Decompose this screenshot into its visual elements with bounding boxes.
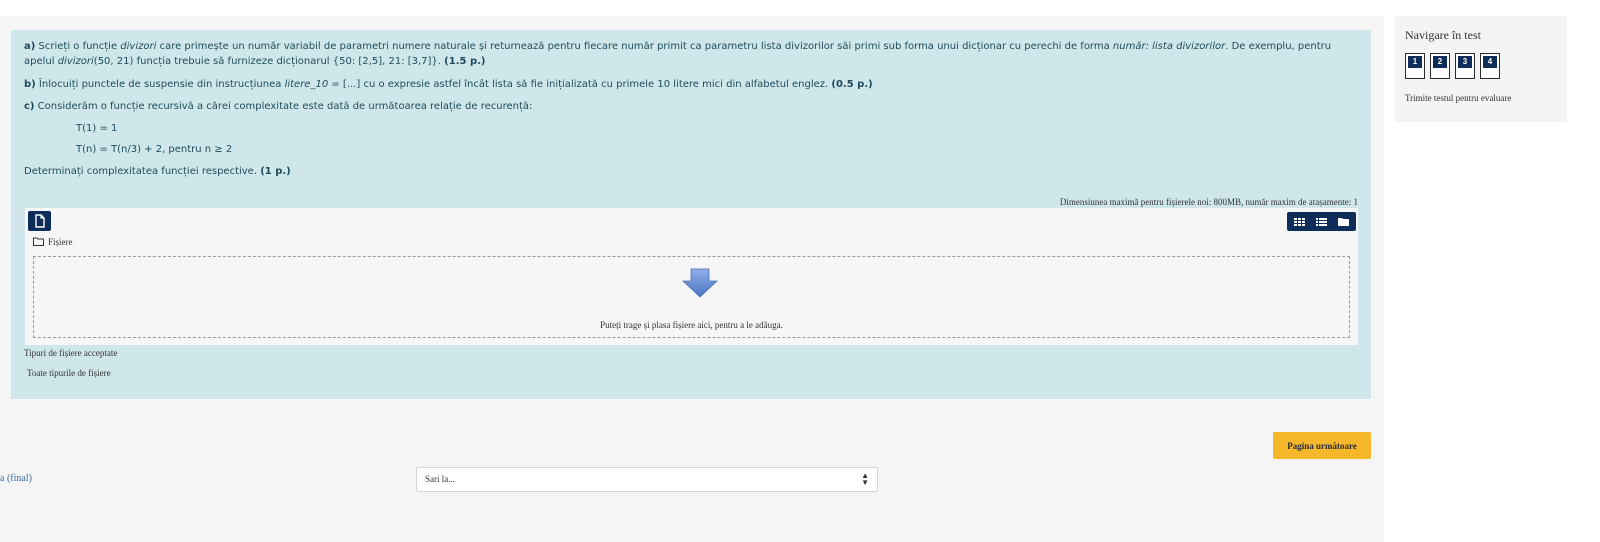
question-panel: a) Scrieți o funcție divizori care prime… bbox=[11, 30, 1371, 399]
top-bar bbox=[0, 0, 1600, 5]
select-arrows-icon: ▲ ▼ bbox=[861, 471, 869, 487]
folder-icon bbox=[33, 237, 44, 246]
previous-activity-link[interactable]: a (final) bbox=[0, 473, 32, 484]
next-page-button[interactable]: Pagina următoare bbox=[1273, 432, 1371, 459]
question-nav-button-3[interactable]: 3 bbox=[1455, 53, 1475, 79]
grid-view-icon[interactable] bbox=[1294, 218, 1305, 226]
question-part-c: c) Considerăm o funcție recursivă a căre… bbox=[24, 101, 533, 112]
view-toggle-group bbox=[1287, 212, 1356, 231]
file-icon bbox=[35, 214, 45, 228]
question-nav-button-2[interactable]: 2 bbox=[1430, 53, 1450, 79]
accepted-types-label: Tipuri de fișiere acceptate bbox=[24, 348, 118, 358]
submit-test-link[interactable]: Trimite testul pentru evaluare bbox=[1405, 93, 1511, 103]
jump-to-select[interactable]: Sari la... ▲ ▼ bbox=[416, 467, 878, 492]
recurrence-step: T(n) = T(n/3) + 2, pentru n ≥ 2 bbox=[76, 144, 233, 155]
file-manager: Fișiere Puteți trage și plasa fișiere ai… bbox=[25, 208, 1358, 345]
file-drop-zone[interactable]: Puteți trage și plasa fișiere aici, pent… bbox=[33, 256, 1350, 338]
accepted-types-value: Toate tipurile de fișiere bbox=[27, 368, 111, 378]
list-view-icon[interactable] bbox=[1316, 218, 1327, 226]
question-determine: Determinați complexitatea funcției respe… bbox=[24, 166, 291, 177]
drop-zone-text: Puteți trage și plasa fișiere aici, pent… bbox=[600, 320, 783, 330]
recurrence-base: T(1) = 1 bbox=[76, 123, 118, 134]
question-part-b: b) Înlocuiți punctele de suspensie din i… bbox=[24, 79, 873, 90]
down-arrow-icon bbox=[682, 268, 718, 298]
folder-path[interactable]: Fișiere bbox=[33, 237, 73, 247]
question-nav-button-4[interactable]: 4 bbox=[1480, 53, 1500, 79]
folder-view-icon[interactable] bbox=[1338, 218, 1349, 226]
add-file-button[interactable] bbox=[28, 211, 51, 231]
max-size-note: Dimensiunea maximă pentru fișierele noi:… bbox=[1059, 197, 1358, 207]
question-part-a: a) Scrieți o funcție divizori care prime… bbox=[24, 41, 1332, 67]
question-nav-button-1[interactable]: 1 bbox=[1405, 53, 1425, 79]
quiz-navigation-title: Navigare în test bbox=[1405, 28, 1481, 42]
quiz-navigation: Navigare în test 1 2 3 4 Trimite testul … bbox=[1395, 16, 1567, 122]
jump-to-value: Sari la... bbox=[425, 474, 455, 484]
